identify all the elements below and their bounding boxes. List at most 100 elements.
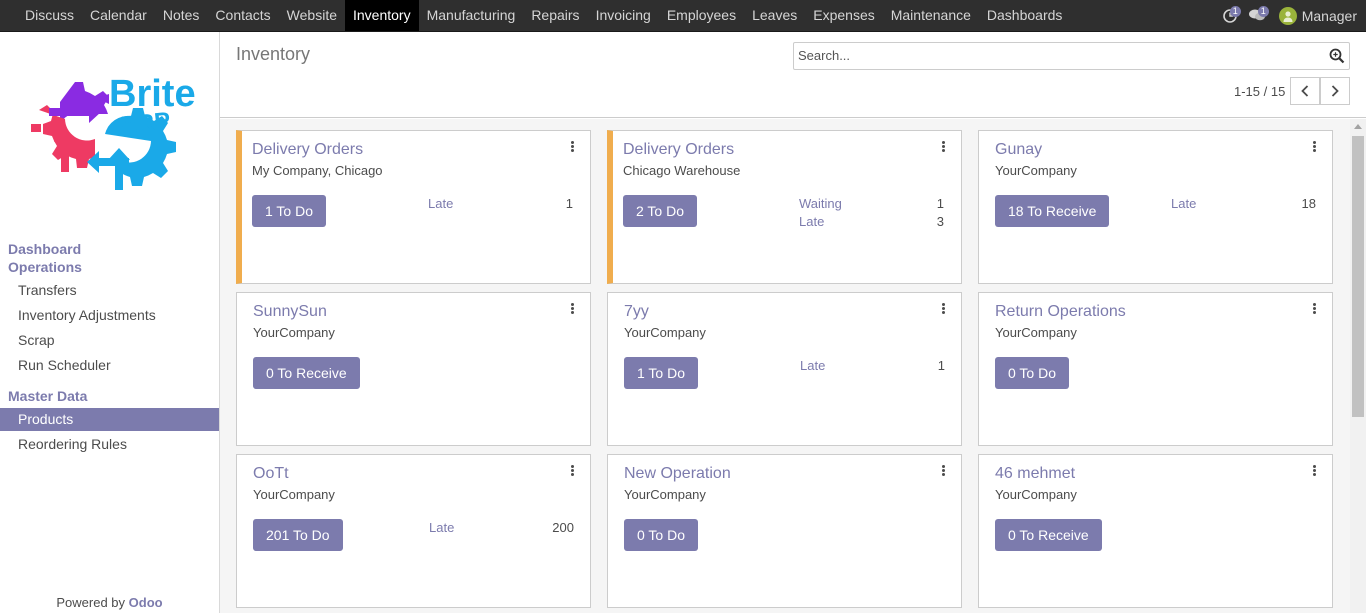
- operation-company: YourCompany: [624, 487, 706, 502]
- pager-value[interactable]: 1-15 / 15: [1234, 84, 1285, 99]
- menu-leaves[interactable]: Leaves: [744, 0, 805, 31]
- operation-name[interactable]: 7yy: [624, 303, 649, 321]
- control-panel: Inventory 1-15 / 15: [220, 32, 1366, 118]
- kebab-menu-icon[interactable]: [940, 303, 946, 317]
- operation-name[interactable]: Return Operations: [995, 303, 1126, 321]
- operation-company: YourCompany: [624, 325, 706, 340]
- search-box: [793, 42, 1350, 70]
- stat-label-link[interactable]: Late: [428, 196, 453, 211]
- scrollbar-thumb[interactable]: [1352, 136, 1364, 417]
- operation-card: 7yy YourCompany 1 To Do Late 1: [607, 292, 962, 446]
- kebab-menu-icon[interactable]: [1311, 141, 1317, 155]
- card-stat-row: Waiting 1: [799, 195, 944, 213]
- messages-button[interactable]: 1: [1248, 6, 1269, 22]
- scroll-up-arrow[interactable]: [1354, 124, 1362, 129]
- kebab-menu-icon[interactable]: [569, 141, 575, 155]
- menu-invoicing[interactable]: Invoicing: [588, 0, 659, 31]
- odoo-link[interactable]: Odoo: [129, 595, 163, 610]
- activity-count-badge: 1: [1229, 5, 1241, 17]
- todo-button[interactable]: 2 To Do: [623, 195, 697, 227]
- operation-card: Delivery Orders My Company, Chicago 1 To D…: [236, 130, 591, 284]
- menu-repairs[interactable]: Repairs: [523, 0, 587, 31]
- sidebar-item-inventory-adjustments[interactable]: Inventory Adjustments: [0, 304, 219, 327]
- operation-name[interactable]: OoTt: [253, 465, 289, 483]
- operation-name[interactable]: SunnySun: [253, 303, 327, 321]
- logo-text-erp: ERP: [120, 107, 172, 139]
- operation-card: 46 mehmet YourCompany 0 To Receive: [978, 454, 1333, 608]
- pager-next-button[interactable]: [1320, 77, 1350, 105]
- menu-manufacturing[interactable]: Manufacturing: [419, 0, 524, 31]
- menu-inventory[interactable]: Inventory: [345, 0, 419, 31]
- top-navbar: Discuss Calendar Notes Contacts Website Inven…: [0, 0, 1366, 32]
- card-stat-row: Late 3: [799, 213, 944, 231]
- stat-count: 18: [1301, 196, 1316, 211]
- pager-previous-button[interactable]: [1290, 77, 1320, 105]
- user-menu[interactable]: Manager: [1302, 8, 1357, 24]
- operation-card: SunnySun YourCompany 0 To Receive: [236, 292, 591, 446]
- search-icon[interactable]: [1329, 48, 1345, 64]
- sidebar-item-run-scheduler[interactable]: Run Scheduler: [0, 354, 219, 377]
- kebab-menu-icon[interactable]: [1311, 303, 1317, 317]
- kebab-menu-icon[interactable]: [1311, 465, 1317, 479]
- operation-company: My Company, Chicago: [252, 163, 383, 178]
- operation-name[interactable]: Delivery Orders: [252, 141, 363, 159]
- menu-notes[interactable]: Notes: [155, 0, 208, 31]
- todo-button[interactable]: 0 To Receive: [995, 519, 1102, 551]
- operation-company: YourCompany: [995, 325, 1077, 340]
- activity-button[interactable]: 1: [1222, 5, 1241, 23]
- todo-button[interactable]: 1 To Do: [252, 195, 326, 227]
- stat-label-link[interactable]: Late: [799, 214, 824, 229]
- todo-button[interactable]: 1 To Do: [624, 357, 698, 389]
- stat-label-link[interactable]: Late: [429, 520, 454, 535]
- sidebar-section-dashboard[interactable]: Dashboard: [8, 240, 81, 258]
- operation-card: Delivery Orders Chicago Warehouse 2 To Do W…: [607, 130, 962, 284]
- operation-card: New Operation YourCompany 0 To Do: [607, 454, 962, 608]
- sidebar-item-reordering-rules[interactable]: Reordering Rules: [0, 433, 219, 456]
- operation-company: YourCompany: [253, 487, 335, 502]
- sidebar-item-transfers[interactable]: Transfers: [0, 279, 219, 302]
- brite-erp-logo: Brite ERP: [27, 72, 197, 198]
- kebab-menu-icon[interactable]: [940, 465, 946, 479]
- stat-label-link[interactable]: Late: [1171, 196, 1196, 211]
- menu-expenses[interactable]: Expenses: [805, 0, 882, 31]
- stat-count: 1: [937, 358, 945, 373]
- stat-label-link[interactable]: Late: [800, 358, 825, 373]
- page-title: Inventory: [236, 44, 311, 64]
- operation-name[interactable]: Delivery Orders: [623, 141, 734, 159]
- todo-button[interactable]: 0 To Receive: [253, 357, 360, 389]
- kebab-menu-icon[interactable]: [569, 465, 575, 479]
- menu-website[interactable]: Website: [279, 0, 345, 31]
- todo-button[interactable]: 18 To Receive: [995, 195, 1110, 227]
- kebab-menu-icon[interactable]: [569, 303, 575, 317]
- kebab-menu-icon[interactable]: [940, 141, 946, 155]
- stat-label-link[interactable]: Waiting: [799, 196, 842, 211]
- operation-card: Return Operations YourCompany 0 To Do: [978, 292, 1333, 446]
- messages-count-badge: 1: [1257, 6, 1269, 17]
- vertical-scrollbar[interactable]: [1350, 119, 1366, 613]
- operation-name[interactable]: 46 mehmet: [995, 465, 1075, 483]
- stat-count: 3: [936, 214, 944, 229]
- menu-contacts[interactable]: Contacts: [207, 0, 278, 31]
- sidebar-item-products[interactable]: Products: [0, 408, 219, 431]
- chevron-right-icon: [1331, 85, 1339, 97]
- todo-button[interactable]: 201 To Do: [253, 519, 343, 551]
- todo-button[interactable]: 0 To Do: [624, 519, 698, 551]
- operation-name[interactable]: New Operation: [624, 465, 731, 483]
- card-stat-row: Late 1: [800, 357, 945, 375]
- menu-discuss[interactable]: Discuss: [17, 0, 82, 31]
- chevron-left-icon: [1301, 85, 1309, 97]
- operation-card: Gunay YourCompany 18 To Receive Late 18: [978, 130, 1333, 284]
- sidebar: Brite ERP Dashboard Operations Transfers…: [0, 32, 220, 613]
- menu-employees[interactable]: Employees: [659, 0, 744, 31]
- search-input[interactable]: [798, 48, 1318, 63]
- menu-dashboards[interactable]: Dashboards: [979, 0, 1071, 31]
- menu-calendar[interactable]: Calendar: [82, 0, 155, 31]
- operation-company: Chicago Warehouse: [623, 163, 741, 178]
- sidebar-item-scrap[interactable]: Scrap: [0, 329, 219, 352]
- operation-company: YourCompany: [253, 325, 335, 340]
- operation-name[interactable]: Gunay: [995, 141, 1042, 159]
- user-icon: [1283, 10, 1293, 22]
- todo-button[interactable]: 0 To Do: [995, 357, 1069, 389]
- menu-maintenance[interactable]: Maintenance: [883, 0, 979, 31]
- user-avatar[interactable]: [1278, 6, 1297, 25]
